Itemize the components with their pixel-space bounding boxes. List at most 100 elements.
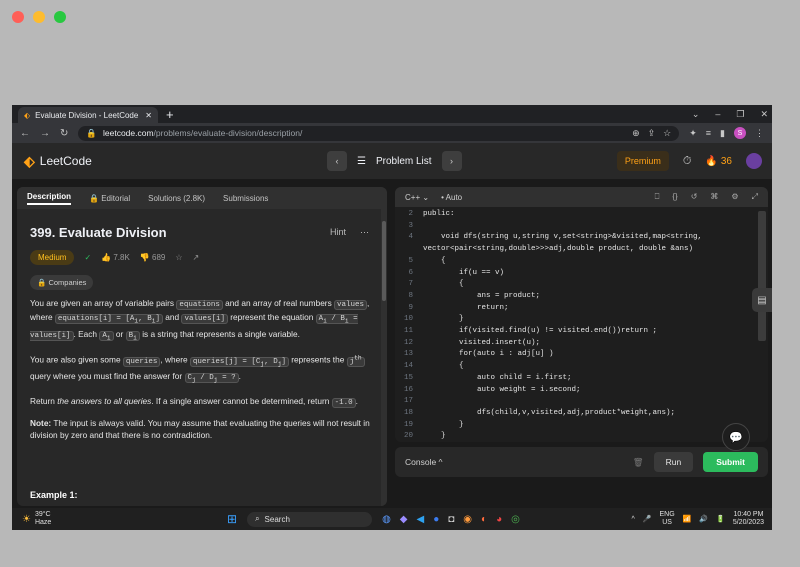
back-icon[interactable]: ← <box>20 128 30 139</box>
next-problem-button[interactable]: › <box>441 151 462 171</box>
chrome-app-icon[interactable]: ◎ <box>511 514 520 525</box>
zoom-icon[interactable]: ⊕ <box>632 128 640 139</box>
line-number: 5 <box>408 256 413 265</box>
chat-app-icon[interactable]: ◆ <box>400 514 408 525</box>
code-line[interactable]: 2 public: <box>395 209 754 221</box>
tab-editorial[interactable]: 🔒 Editorial <box>89 194 130 203</box>
code-line[interactable]: 8 ans = product; <box>395 291 754 303</box>
code-line[interactable]: 15 auto child = i.first; <box>395 373 754 385</box>
code-area[interactable]: 2 public: 3 4 void dfs(string u,string v,se… <box>395 209 754 442</box>
expand-icon[interactable]: ⤢ <box>752 192 758 202</box>
auto-mode[interactable]: • Auto <box>441 193 462 202</box>
code-line[interactable]: 16 auto weight = i.second; <box>395 385 754 397</box>
code-line[interactable]: 14 { <box>395 361 754 373</box>
extensions-icon[interactable]: ✦ <box>689 128 697 139</box>
dislike-button[interactable]: 👎 689 <box>140 253 166 262</box>
code-line[interactable]: 11 if(visited.find(u) != visited.end())r… <box>395 326 754 338</box>
tab-submissions[interactable]: Submissions <box>223 194 268 203</box>
clock[interactable]: 10:40 PM 5/20/2023 <box>733 511 764 527</box>
forward-icon[interactable]: → <box>40 128 50 139</box>
editor-scrollbar[interactable] <box>758 211 766 341</box>
description-scrollbar[interactable] <box>381 209 387 506</box>
maximize-dot[interactable] <box>54 11 66 23</box>
more-icon[interactable]: ⋯ <box>360 227 369 238</box>
language-selector[interactable]: C++ ⌄ <box>405 193 429 202</box>
battery-icon[interactable]: 🔋 <box>716 515 725 523</box>
bookmark-icon[interactable]: ⎕ <box>655 192 660 202</box>
reset-icon[interactable]: ↺ <box>691 192 698 202</box>
format-braces-icon[interactable]: {} <box>672 192 677 202</box>
code-line[interactable]: 3 <box>395 221 754 233</box>
volume-icon[interactable]: 🔊 <box>699 515 708 523</box>
profile-avatar[interactable]: S <box>734 127 746 139</box>
meet-app-icon[interactable]: ● <box>433 514 439 525</box>
share-link-icon[interactable]: ↗ <box>193 253 200 262</box>
problem-list-link[interactable]: Problem List <box>376 156 432 167</box>
photos-app-icon[interactable]: ◘ <box>448 514 454 525</box>
firefox-app-icon[interactable]: ◐ <box>481 514 487 525</box>
media-app-icon[interactable]: ◕ <box>496 514 502 525</box>
share-icon[interactable]: ⇪ <box>648 128 656 139</box>
address-bar[interactable]: 🔒 leetcode.com/problems/evaluate-divisio… <box>78 125 680 141</box>
code-line[interactable]: 19 } <box>395 420 754 432</box>
hint-button[interactable]: Hint <box>330 227 346 238</box>
editor-toolbar: C++ ⌄ • Auto ⎕ {} ↺ ⌘ ⚙ ⤢ <box>395 187 768 207</box>
mic-icon[interactable]: 🎤 <box>643 515 652 523</box>
submit-button[interactable]: Submit <box>703 452 758 472</box>
favorite-star-icon[interactable]: ☆ <box>175 253 182 262</box>
restore-button[interactable]: ❐ <box>736 109 744 120</box>
tab-description[interactable]: Description <box>27 192 72 205</box>
code-line[interactable]: 12 visited.insert(u); <box>395 338 754 350</box>
new-tab-button[interactable]: + <box>166 107 174 123</box>
code-line[interactable]: 20 } <box>395 431 754 442</box>
taskbar-search[interactable]: ⌕ Search <box>247 511 373 527</box>
tab-close-icon[interactable]: ✕ <box>145 111 152 120</box>
widgets-app-icon[interactable]: ◍ <box>382 514 391 525</box>
tab-solutions[interactable]: Solutions (2.8K) <box>148 194 205 203</box>
scroll-thumb[interactable] <box>382 221 386 301</box>
premium-button[interactable]: Premium <box>616 151 669 171</box>
settings-gear-icon[interactable]: ⚙ <box>731 192 738 202</box>
code-line[interactable]: 6 if(u == v) <box>395 268 754 280</box>
close-dot[interactable] <box>12 11 24 23</box>
windows-start-icon[interactable]: ⊞ <box>227 512 237 526</box>
browser-app-icon[interactable]: ◉ <box>463 514 472 525</box>
streak-counter[interactable]: 🔥 36 <box>705 156 732 167</box>
minimize-dot[interactable] <box>33 11 45 23</box>
code-line[interactable]: 13 for(auto i : adj[u] ) <box>395 349 754 361</box>
close-button[interactable]: ✕ <box>760 109 768 120</box>
vscode-app-icon[interactable]: ◀ <box>417 514 425 525</box>
language-indicator[interactable]: ENG US <box>660 511 675 527</box>
notes-side-button[interactable]: ▤ <box>752 288 772 312</box>
code-line[interactable]: 10 } <box>395 314 754 326</box>
reading-list-icon[interactable]: ≡ <box>706 128 711 138</box>
code-line[interactable]: 17 <box>395 396 754 408</box>
tab-search-icon[interactable]: ⌄ <box>692 109 700 120</box>
leetcode-logo[interactable]: ⬖ LeetCode <box>24 153 92 170</box>
code-line[interactable]: 9 return; <box>395 303 754 315</box>
prev-problem-button[interactable]: ‹ <box>327 151 347 171</box>
wifi-icon[interactable]: 📶 <box>683 515 692 523</box>
tray-overflow-icon[interactable]: ^ <box>632 516 635 523</box>
trash-icon[interactable]: 🗑 <box>633 457 644 468</box>
minimize-button[interactable]: – <box>715 109 720 119</box>
timer-icon[interactable]: ⏱ <box>683 155 692 168</box>
weather-widget[interactable]: ☀ 39°C Haze <box>22 511 51 527</box>
code-line[interactable]: 18 dfs(child,v,visited,adj,product*weigh… <box>395 408 754 420</box>
reload-icon[interactable]: ↻ <box>60 128 68 139</box>
code-line[interactable]: 4 void dfs(string u,string v,set<string>… <box>395 232 754 244</box>
menu-icon[interactable]: ⋮ <box>755 128 764 139</box>
user-avatar[interactable] <box>746 153 762 169</box>
companies-tag[interactable]: 🔒 Companies <box>30 275 94 290</box>
browser-tab[interactable]: ⬖ Evaluate Division - LeetCode ✕ <box>18 107 158 123</box>
bookmark-star-icon[interactable]: ☆ <box>663 128 671 139</box>
code-line[interactable]: 7 { <box>395 279 754 291</box>
like-button[interactable]: 👍 7.8K <box>101 253 130 262</box>
shortcut-icon[interactable]: ⌘ <box>710 192 718 202</box>
code-line[interactable]: vector<pair<string,double>>>adj,double p… <box>395 244 754 256</box>
chat-bubble-button[interactable]: 💬 <box>722 423 750 451</box>
console-toggle[interactable]: Console ^ <box>405 457 443 467</box>
code-line[interactable]: 5 { <box>395 256 754 268</box>
run-button[interactable]: Run <box>653 452 694 472</box>
side-panel-icon[interactable]: ▮ <box>720 128 725 139</box>
